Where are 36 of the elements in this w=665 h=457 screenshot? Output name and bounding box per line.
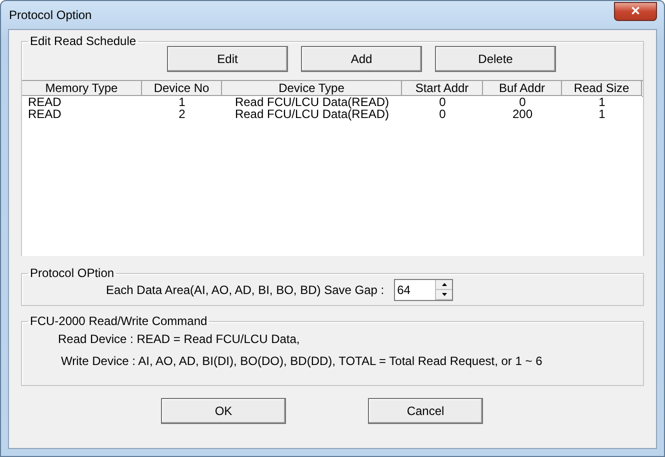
table-cell-text: 0 — [438, 96, 447, 108]
dialog-button[interactable]: OK — [161, 398, 286, 424]
table-cell-text: Read FCU/LCU Data(READ) — [234, 108, 390, 120]
group-legend: FCU-2000 Read/Write Command — [28, 314, 210, 328]
close-button[interactable]: ✕ — [614, 2, 657, 20]
column-header[interactable]: Device No — [142, 81, 222, 96]
toolbar-button[interactable]: Edit — [167, 46, 288, 72]
window-title: Protocol Option — [9, 8, 92, 22]
table-cell-text: 0 — [438, 108, 447, 120]
table-cell-text: READ — [27, 96, 62, 108]
up-arrow-icon — [442, 283, 447, 286]
spin-up-button[interactable] — [436, 280, 452, 290]
group-legend: Edit Read Schedule — [28, 34, 138, 48]
table-cell-text: 2 — [178, 108, 186, 120]
save-gap-spinner[interactable]: 64 — [394, 279, 454, 301]
down-arrow-icon — [442, 293, 447, 296]
command-text: Write Device : AI, AO, AD, BI(DI), BO(DO), BD(DD), TOTAL = Total Read Request, or 1 ~ 6 — [60, 353, 544, 370]
table-cell-text: READ — [27, 108, 62, 120]
spin-down-button[interactable] — [436, 290, 452, 300]
table-cell-text: 1 — [598, 108, 606, 120]
column-header[interactable]: Memory Type — [22, 81, 142, 96]
group-legend: Protocol OPtion — [28, 266, 116, 280]
column-header[interactable]: Buf Addr — [483, 81, 562, 96]
table-cell-text: Read FCU/LCU Data(READ) — [234, 96, 390, 108]
command-text: Read Device : READ = Read FCU/LCU Data, — [57, 331, 301, 348]
table-cell-text: 200 — [511, 108, 534, 120]
table-cell-text: 0 — [518, 96, 527, 108]
table-cell-text: 1 — [598, 96, 606, 108]
dialog-button[interactable]: Cancel — [368, 398, 483, 424]
table-cell-text: 1 — [178, 96, 186, 108]
toolbar-button[interactable]: Add — [301, 46, 422, 72]
toolbar-button[interactable]: Delete — [435, 46, 556, 72]
column-header[interactable]: Read Size — [562, 81, 642, 96]
column-header[interactable]: Start Addr — [402, 81, 483, 96]
save-gap-label: Each Data Area(AI, AO, AD, BI, BO, BD) Save Gap : — [106, 283, 384, 297]
column-header[interactable]: Device Type — [222, 81, 402, 96]
